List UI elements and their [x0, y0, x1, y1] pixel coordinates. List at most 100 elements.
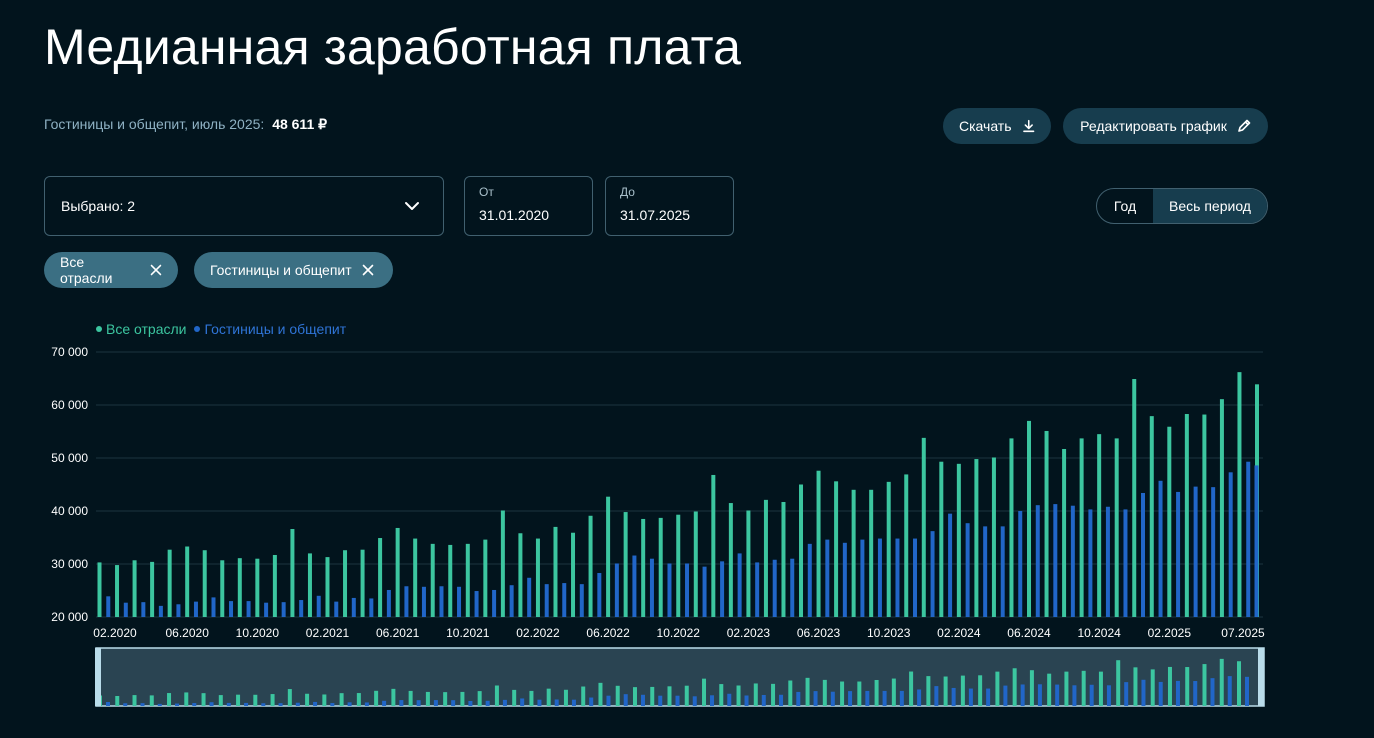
navigator-bar-all	[167, 693, 172, 706]
bar-all-industries	[1184, 414, 1189, 617]
bar-hotels	[667, 563, 672, 617]
navigator-bar-all	[857, 681, 862, 706]
bar-all-industries	[799, 484, 804, 617]
bar-all-industries	[1044, 430, 1049, 617]
bar-hotels	[860, 539, 865, 617]
bar-hotels	[1158, 480, 1163, 617]
navigator-bar-hotels	[710, 695, 715, 706]
x-tick-label: 10.2020	[236, 626, 280, 640]
navigator-bar-hotels	[140, 703, 145, 706]
bar-all-industries	[606, 496, 611, 617]
navigator-bar-hotels	[1106, 685, 1111, 706]
navigator-bar-hotels	[692, 696, 697, 706]
x-tick-label: 06.2022	[586, 626, 630, 640]
navigator-bar-hotels	[779, 694, 784, 706]
bar-hotels	[1211, 487, 1216, 617]
bar-hotels	[1070, 505, 1075, 617]
navigator-bar-all	[115, 696, 120, 706]
navigator-bar-hotels	[175, 703, 180, 706]
bar-hotels	[895, 538, 900, 617]
bar-all-industries	[150, 561, 155, 617]
navigator-bar-hotels	[571, 699, 576, 706]
navigator-bar-all	[287, 689, 292, 706]
navigator-bar-all	[719, 684, 724, 706]
bar-hotels	[597, 573, 602, 617]
navigator-bar-hotels	[192, 703, 197, 706]
bar-all-industries	[465, 543, 470, 617]
navigator-bar-hotels	[882, 690, 887, 706]
x-tick-label: 02.2022	[516, 626, 560, 640]
bar-all-industries	[553, 526, 558, 617]
navigator-bar-all	[1150, 669, 1155, 706]
bar-hotels	[579, 584, 584, 617]
navigator-bar-hotels	[278, 703, 283, 706]
navigator-bar-hotels	[502, 699, 507, 706]
bar-all-industries	[167, 549, 172, 617]
bar-all-industries	[1009, 438, 1014, 617]
y-tick-label: 40 000	[51, 504, 88, 518]
bar-all-industries	[763, 499, 768, 617]
navigator-bar-all	[771, 683, 776, 706]
navigator-handle-left[interactable]	[95, 648, 101, 706]
bar-hotels	[755, 562, 760, 617]
bar-all-industries	[185, 546, 190, 617]
bar-hotels	[509, 585, 514, 617]
navigator-handle-right[interactable]	[1258, 648, 1264, 706]
bar-hotels	[649, 558, 654, 617]
navigator-bar-hotels	[1227, 676, 1232, 706]
navigator-bar-hotels	[968, 688, 973, 706]
navigator-bar-all	[1202, 664, 1207, 706]
navigator-bar-all	[425, 691, 430, 706]
bar-all-industries	[904, 474, 909, 617]
bar-hotels	[211, 597, 216, 617]
bar-hotels	[351, 597, 356, 617]
bar-hotels	[807, 543, 812, 617]
navigator-bar-all	[477, 691, 482, 706]
x-tick-label: 06.2023	[797, 626, 841, 640]
bar-all-industries	[974, 459, 979, 617]
bar-all-industries	[1062, 448, 1067, 617]
navigator-bar-all	[236, 694, 241, 706]
navigator-bar-all	[1081, 670, 1086, 706]
navigator-bar-hotels	[433, 700, 438, 706]
bar-hotels	[193, 601, 198, 617]
bar-hotels	[1053, 504, 1058, 617]
navigator-bar-all	[702, 678, 707, 706]
navigator-bar-all	[598, 682, 603, 706]
bar-all-industries	[325, 557, 330, 617]
bar-hotels	[439, 586, 444, 617]
bar-hotels	[1228, 472, 1233, 617]
bar-all-industries	[991, 457, 996, 617]
navigator-bar-all	[1133, 667, 1138, 706]
navigator-bar-all	[184, 692, 189, 706]
bar-hotels	[176, 604, 181, 617]
navigator-bar-hotels	[761, 694, 766, 706]
navigator-bar-all	[1185, 667, 1190, 706]
bar-all-industries	[255, 558, 260, 617]
bar-hotels	[264, 602, 269, 617]
bar-all-industries	[728, 503, 733, 617]
navigator-bar-all	[581, 686, 586, 706]
navigator-bar-hotels	[313, 701, 318, 706]
bar-all-industries	[1219, 399, 1224, 617]
navigator-bar-all	[684, 685, 689, 706]
x-tick-label: 02.2024	[937, 626, 981, 640]
bar-hotels	[790, 558, 795, 617]
navigator-bar-hotels	[951, 687, 956, 706]
navigator-bar-all	[512, 689, 517, 706]
navigator-bar-all	[891, 678, 896, 706]
bar-hotels	[983, 526, 988, 617]
bar-hotels	[965, 523, 970, 617]
y-tick-label: 70 000	[51, 345, 88, 359]
navigator-bar-hotels	[226, 702, 231, 706]
bar-all-industries	[500, 510, 505, 617]
navigator-bar-hotels	[1158, 681, 1163, 706]
navigator-bar-all	[218, 695, 223, 706]
navigator-bar-all	[339, 693, 344, 706]
navigator-bar-hotels	[123, 703, 128, 706]
navigator-bar-hotels	[606, 695, 611, 706]
bar-hotels	[737, 553, 742, 617]
navigator-bar-hotels	[848, 691, 853, 706]
bar-all-industries	[869, 489, 874, 617]
navigator-bar-all	[253, 694, 258, 706]
